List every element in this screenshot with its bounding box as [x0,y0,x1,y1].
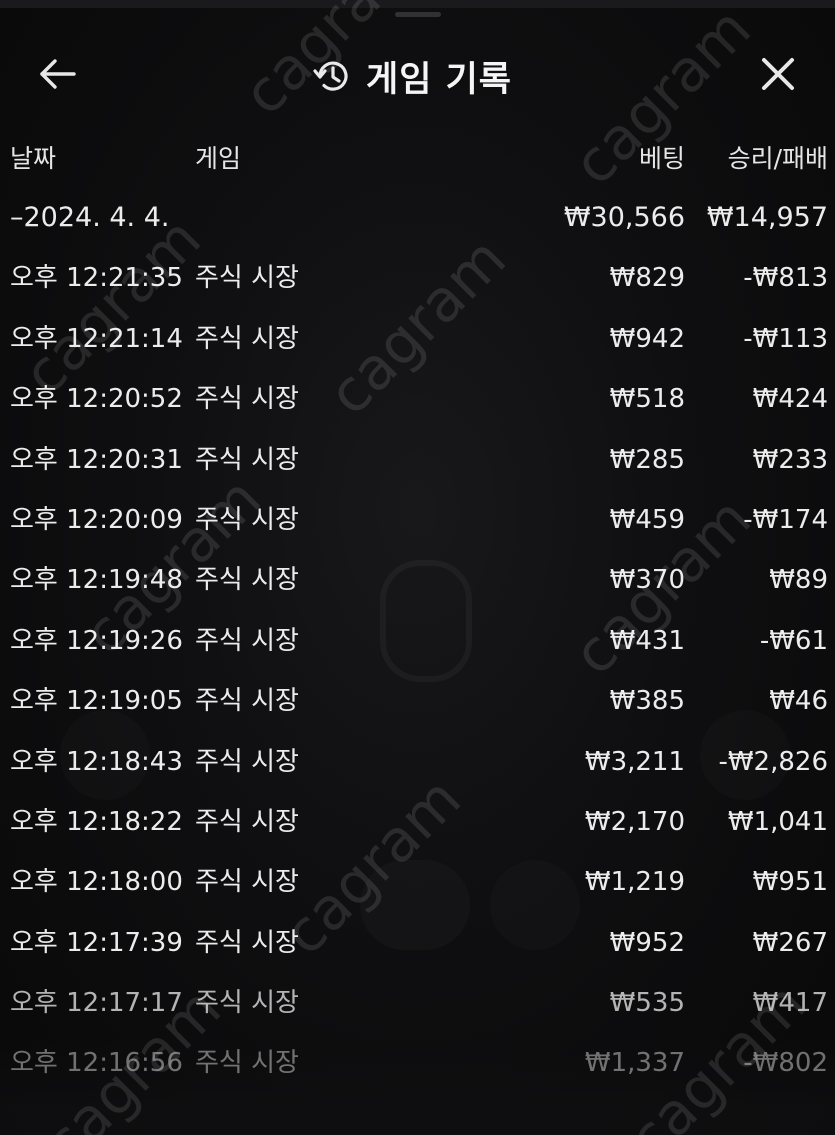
row-game: 주식 시장 [195,867,299,898]
close-button[interactable] [756,52,800,96]
table-row[interactable]: 오후 12:19:05 주식 시장 ₩385 ₩46 [0,671,835,731]
date-group-bet-total: ₩30,566 [563,202,685,233]
row-time: 오후 12:16:56 [10,1048,183,1079]
table-row[interactable]: 오후 12:21:14 주식 시장 ₩942 -₩113 [0,309,835,369]
row-time: 오후 12:20:09 [10,504,183,535]
table-row[interactable]: 오후 12:17:39 주식 시장 ₩952 ₩267 [0,913,835,973]
row-game: 주식 시장 [195,323,299,354]
row-time: 오후 12:18:43 [10,746,183,777]
row-result: ₩233 [752,444,828,475]
row-bet: ₩518 [609,384,685,415]
column-header-date[interactable]: 날짜 [10,130,56,188]
row-result: ₩417 [752,988,828,1019]
sheet-grabber[interactable] [395,12,441,17]
history-icon [313,61,348,91]
row-result: ₩46 [769,686,828,717]
row-result: -₩174 [743,504,828,535]
row-bet: ₩535 [609,988,685,1019]
table-header: 날짜 게임 베팅 승리/패배 [0,130,835,188]
history-table: 날짜 게임 베팅 승리/패배 –2024. 4. 4. ₩30,566 ₩14,… [0,130,835,1094]
date-group-result-total: ₩14,957 [706,202,828,233]
row-game: 주식 시장 [195,565,299,596]
history-header: 게임 기록 [0,40,835,110]
row-bet: ₩285 [609,444,685,475]
table-row[interactable]: 오후 12:17:17 주식 시장 ₩535 ₩417 [0,973,835,1033]
row-result: ₩424 [752,384,828,415]
row-time: 오후 12:20:31 [10,444,183,475]
row-time: 오후 12:18:00 [10,867,183,898]
row-bet: ₩3,211 [584,746,685,777]
table-row[interactable]: 오후 12:20:52 주식 시장 ₩518 ₩424 [0,369,835,429]
row-bet: ₩1,219 [584,867,685,898]
row-game: 주식 시장 [195,625,299,656]
row-time: 오후 12:21:14 [10,323,183,354]
row-result: -₩813 [743,263,828,294]
row-game: 주식 시장 [195,263,299,294]
column-header-game[interactable]: 게임 [195,130,241,188]
column-header-bet[interactable]: 베팅 [639,130,685,188]
row-game: 주식 시장 [195,504,299,535]
row-game: 주식 시장 [195,384,299,415]
table-row[interactable]: 오후 12:16:56 주식 시장 ₩1,337 -₩802 [0,1033,835,1093]
row-result: -₩2,826 [718,746,828,777]
back-button[interactable] [36,54,80,94]
row-result: -₩113 [743,323,828,354]
date-group-row[interactable]: –2024. 4. 4. ₩30,566 ₩14,957 [0,188,835,248]
row-time: 오후 12:17:39 [10,927,183,958]
row-result: ₩89 [769,565,828,596]
row-time: 오후 12:19:48 [10,565,183,596]
row-game: 주식 시장 [195,746,299,777]
row-bet: ₩459 [609,504,685,535]
table-row[interactable]: 오후 12:19:48 주식 시장 ₩370 ₩89 [0,550,835,610]
row-result: -₩802 [743,1048,828,1079]
row-result: ₩267 [752,927,828,958]
row-result: ₩951 [752,867,828,898]
row-result: ₩1,041 [727,806,828,837]
row-time: 오후 12:19:26 [10,625,183,656]
table-row[interactable]: 오후 12:21:35 주식 시장 ₩829 -₩813 [0,248,835,308]
table-row[interactable]: 오후 12:18:22 주식 시장 ₩2,170 ₩1,041 [0,792,835,852]
row-bet: ₩370 [609,565,685,596]
close-icon [762,58,794,90]
row-bet: ₩829 [609,263,685,294]
row-game: 주식 시장 [195,686,299,717]
table-row[interactable]: 오후 12:19:26 주식 시장 ₩431 -₩61 [0,611,835,671]
row-time: 오후 12:21:35 [10,263,183,294]
row-game: 주식 시장 [195,988,299,1019]
page-title: 게임 기록 [366,59,512,100]
status-strip [0,0,835,8]
header-title-group: 게임 기록 [312,48,512,104]
table-row[interactable]: 오후 12:20:31 주식 시장 ₩285 ₩233 [0,430,835,490]
arrow-left-icon [40,59,76,89]
row-game: 주식 시장 [195,444,299,475]
row-game: 주식 시장 [195,806,299,837]
row-bet: ₩2,170 [584,806,685,837]
row-bet: ₩431 [609,625,685,656]
date-group-label: –2024. 4. 4. [10,202,170,233]
row-time: 오후 12:19:05 [10,686,183,717]
row-time: 오후 12:17:17 [10,988,183,1019]
row-game: 주식 시장 [195,927,299,958]
row-bet: ₩952 [609,927,685,958]
row-bet: ₩942 [609,323,685,354]
game-history-screen: 게임 기록 날짜 게임 베팅 승리/패배 –2024. 4. 4. ₩30,56… [0,0,835,1135]
row-bet: ₩1,337 [584,1048,685,1079]
row-game: 주식 시장 [195,1048,299,1079]
table-row[interactable]: 오후 12:18:00 주식 시장 ₩1,219 ₩951 [0,852,835,912]
row-time: 오후 12:18:22 [10,806,183,837]
table-row[interactable]: 오후 12:18:43 주식 시장 ₩3,211 -₩2,826 [0,732,835,792]
column-header-result[interactable]: 승리/패배 [728,130,828,188]
row-bet: ₩385 [609,686,685,717]
row-result: -₩61 [759,625,828,656]
table-row[interactable]: 오후 12:20:09 주식 시장 ₩459 -₩174 [0,490,835,550]
row-time: 오후 12:20:52 [10,384,183,415]
